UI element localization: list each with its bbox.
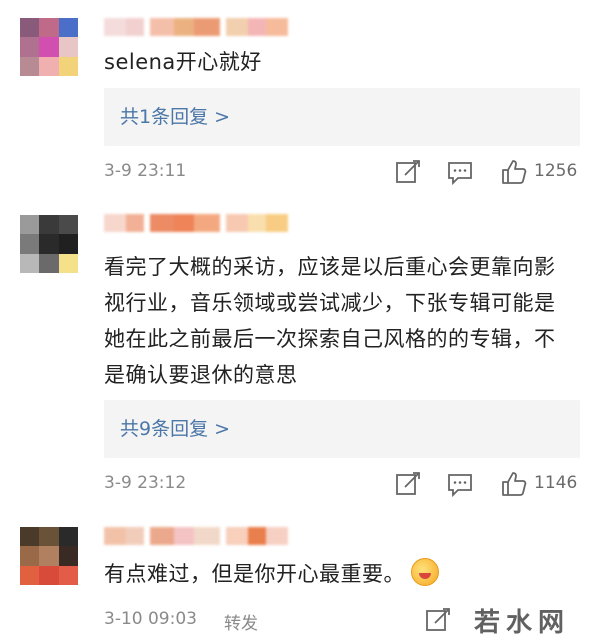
comment-meta: 3-9 23:11 1256: [104, 158, 580, 188]
avatar[interactable]: [20, 215, 78, 273]
avatar-pixel: [39, 527, 59, 547]
site-watermark: 若水网: [474, 608, 571, 638]
name-pixel: [248, 527, 266, 545]
name-pixel: [174, 527, 194, 545]
name-pixel: [266, 214, 288, 232]
avatar-pixel: [39, 215, 59, 235]
timestamp: 3-10 09:03: [104, 609, 197, 629]
forward-link[interactable]: 转发: [224, 609, 258, 634]
avatar-pixel: [39, 37, 59, 57]
comment-text: selena开心就好: [104, 50, 262, 74]
avatar-pixel: [58, 215, 78, 235]
avatar[interactable]: [20, 527, 78, 585]
comment-text-content: 有点难过，但是你开心最重要。: [104, 562, 405, 586]
comment-text: 看完了大概的采访，应该是以后重心会更靠向影视行业，音乐领域或尝试减少，下张专辑可…: [104, 255, 556, 387]
name-pixel: [226, 214, 248, 232]
reply-count-link[interactable]: 共1条回复 >: [120, 102, 230, 129]
smile-emoji-icon: [411, 558, 439, 586]
comment-meta: 3-9 23:12 1146: [104, 470, 580, 500]
avatar-pixel: [58, 56, 78, 76]
name-pixel: [104, 527, 126, 545]
comment-icon[interactable]: [446, 158, 474, 186]
name-pixel: [194, 18, 220, 36]
username-blurred[interactable]: [104, 214, 294, 232]
edit-share-icon[interactable]: [394, 158, 422, 186]
avatar-pixel: [20, 234, 40, 254]
thumbs-up-icon[interactable]: [500, 158, 528, 186]
name-pixel: [174, 18, 194, 36]
avatar-pixel: [20, 18, 40, 38]
name-pixel: [174, 214, 194, 232]
avatar-pixel: [58, 565, 78, 585]
avatar-pixel: [39, 565, 59, 585]
timestamp: 3-9 23:12: [104, 473, 187, 493]
timestamp: 3-9 23:11: [104, 161, 187, 181]
name-pixel: [104, 18, 126, 36]
thumbs-up-icon[interactable]: [500, 470, 528, 498]
name-pixel: [266, 527, 288, 545]
avatar-pixel: [20, 253, 40, 273]
avatar-pixel: [58, 527, 78, 547]
avatar[interactable]: [20, 18, 78, 76]
username-blurred[interactable]: [104, 527, 294, 545]
avatar-pixel: [20, 37, 40, 57]
edit-share-icon[interactable]: [424, 606, 452, 634]
comment-text: 有点难过，但是你开心最重要。: [104, 556, 584, 592]
reply-summary-box[interactable]: 共1条回复 >: [104, 88, 580, 146]
name-pixel: [248, 214, 266, 232]
avatar-pixel: [39, 234, 59, 254]
avatar-pixel: [39, 546, 59, 566]
avatar-pixel: [58, 37, 78, 57]
name-pixel: [104, 214, 126, 232]
avatar-pixel: [20, 565, 40, 585]
avatar-pixel: [58, 253, 78, 273]
name-pixel: [126, 18, 144, 36]
name-pixel: [150, 527, 174, 545]
name-pixel: [226, 18, 248, 36]
avatar-pixel: [58, 234, 78, 254]
username-blurred[interactable]: [104, 18, 294, 36]
avatar-pixel: [20, 56, 40, 76]
name-pixel: [194, 214, 220, 232]
reply-count-link[interactable]: 共9条回复 >: [120, 414, 230, 441]
like-count: 1256: [534, 161, 578, 181]
avatar-pixel: [20, 527, 40, 547]
name-pixel: [248, 18, 266, 36]
avatar-pixel: [39, 253, 59, 273]
name-pixel: [150, 214, 174, 232]
name-pixel: [150, 18, 174, 36]
avatar-pixel: [39, 56, 59, 76]
avatar-pixel: [39, 18, 59, 38]
name-pixel: [126, 214, 144, 232]
edit-share-icon[interactable]: [394, 470, 422, 498]
avatar-pixel: [20, 546, 40, 566]
name-pixel: [226, 527, 248, 545]
comment-icon[interactable]: [446, 470, 474, 498]
avatar-pixel: [58, 546, 78, 566]
name-pixel: [126, 527, 144, 545]
name-pixel: [194, 527, 220, 545]
reply-summary-box[interactable]: 共9条回复 >: [104, 400, 580, 458]
like-count: 1146: [534, 473, 578, 493]
name-pixel: [266, 18, 288, 36]
avatar-pixel: [58, 18, 78, 38]
avatar-pixel: [20, 215, 40, 235]
